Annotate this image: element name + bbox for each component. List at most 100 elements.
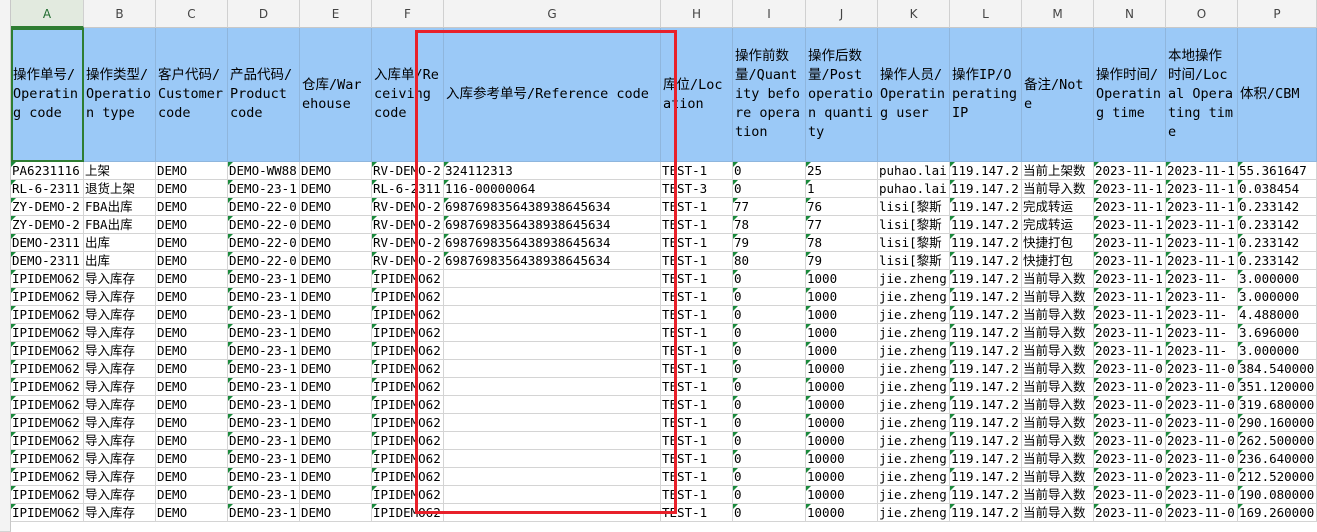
table-cell[interactable]: 3.000000 — [1238, 288, 1317, 306]
table-cell[interactable]: 2023-11-0 — [1166, 486, 1238, 504]
table-cell[interactable]: DEMO — [300, 252, 372, 270]
table-cell[interactable]: IPIDEMO62 — [372, 396, 444, 414]
table-cell[interactable]: 0 — [733, 396, 806, 414]
table-cell[interactable]: 119.147.2 — [950, 504, 1022, 522]
table-cell[interactable]: 当前导入数 — [1022, 450, 1094, 468]
table-cell[interactable]: 2023-11-0 — [1094, 432, 1166, 450]
table-cell[interactable]: 119.147.2 — [950, 198, 1022, 216]
table-cell[interactable]: IPIDEMO62 — [11, 342, 84, 360]
table-cell[interactable]: 119.147.2 — [950, 234, 1022, 252]
header-cell-k[interactable]: 操作人员/Operating user — [878, 28, 950, 162]
table-cell[interactable]: TEST-1 — [661, 234, 733, 252]
table-cell[interactable]: 导入库存 — [84, 432, 156, 450]
table-cell[interactable]: TEST-1 — [661, 342, 733, 360]
table-cell[interactable]: TEST-1 — [661, 360, 733, 378]
table-cell[interactable]: 2023-11-1 — [1166, 234, 1238, 252]
table-cell[interactable]: DEMO — [300, 396, 372, 414]
table-cell[interactable]: DEMO — [156, 396, 228, 414]
table-cell[interactable]: 2023-11-0 — [1166, 414, 1238, 432]
table-cell[interactable]: 10000 — [806, 396, 878, 414]
table-cell[interactable]: DEMO-23-1 — [228, 450, 300, 468]
table-cell[interactable]: 当前导入数 — [1022, 288, 1094, 306]
table-cell[interactable]: TEST-3 — [661, 180, 733, 198]
header-cell-m[interactable]: 备注/Note — [1022, 28, 1094, 162]
column-header-a[interactable]: A — [11, 0, 84, 28]
table-cell[interactable]: DEMO-23-1 — [228, 378, 300, 396]
header-cell-g[interactable]: 入库参考单号/Reference code — [444, 28, 661, 162]
table-cell[interactable]: jie.zheng — [878, 306, 950, 324]
table-cell[interactable] — [444, 270, 661, 288]
table-cell[interactable]: jie.zheng — [878, 414, 950, 432]
table-cell[interactable]: IPIDEMO62 — [11, 504, 84, 522]
table-cell[interactable]: IPIDEMO62 — [11, 378, 84, 396]
table-cell[interactable]: 出库 — [84, 234, 156, 252]
table-cell[interactable]: 2023-11-1 — [1166, 216, 1238, 234]
table-cell[interactable]: DEMO — [156, 432, 228, 450]
table-cell[interactable]: DEMO-23-1 — [228, 270, 300, 288]
table-cell[interactable]: 10000 — [806, 468, 878, 486]
table-cell[interactable]: 2023-11-0 — [1094, 504, 1166, 522]
table-cell[interactable]: DEMO-22-0 — [228, 234, 300, 252]
table-cell[interactable]: IPIDEMO62 — [11, 432, 84, 450]
table-cell[interactable]: DEMO-23-1 — [228, 396, 300, 414]
table-cell[interactable]: 导入库存 — [84, 270, 156, 288]
table-cell[interactable]: IPIDEMO62 — [372, 360, 444, 378]
table-cell[interactable]: TEST-1 — [661, 162, 733, 180]
column-header-h[interactable]: H — [661, 0, 733, 28]
table-cell[interactable]: jie.zheng — [878, 486, 950, 504]
table-cell[interactable]: 0 — [733, 270, 806, 288]
header-cell-j[interactable]: 操作后数量/Post operation quantity — [806, 28, 878, 162]
table-cell[interactable]: 190.080000 — [1238, 486, 1317, 504]
table-cell[interactable]: 当前导入数 — [1022, 432, 1094, 450]
table-cell[interactable]: lisi[黎斯 — [878, 216, 950, 234]
table-cell[interactable]: 10000 — [806, 504, 878, 522]
table-cell[interactable]: TEST-1 — [661, 468, 733, 486]
table-cell[interactable]: 1000 — [806, 288, 878, 306]
table-cell[interactable]: RV-DEMO-2 — [372, 216, 444, 234]
table-cell[interactable]: IPIDEMO62 — [11, 288, 84, 306]
table-cell[interactable]: 导入库存 — [84, 396, 156, 414]
table-cell[interactable]: DEMO — [300, 306, 372, 324]
table-cell[interactable] — [444, 324, 661, 342]
table-cell[interactable]: 79 — [806, 252, 878, 270]
table-cell[interactable]: jie.zheng — [878, 270, 950, 288]
table-cell[interactable]: TEST-1 — [661, 324, 733, 342]
header-cell-d[interactable]: 产品代码/Product code — [228, 28, 300, 162]
header-cell-c[interactable]: 客户代码/Customer code — [156, 28, 228, 162]
header-cell-n[interactable]: 操作时间/Operating time — [1094, 28, 1166, 162]
table-cell[interactable]: 0 — [733, 162, 806, 180]
table-cell[interactable]: DEMO — [156, 414, 228, 432]
table-cell[interactable]: 6987698356438938645634 — [444, 216, 661, 234]
table-cell[interactable]: 当前导入数 — [1022, 360, 1094, 378]
table-cell[interactable] — [444, 504, 661, 522]
table-cell[interactable]: 119.147.2 — [950, 396, 1022, 414]
table-cell[interactable]: 2023-11-0 — [1166, 396, 1238, 414]
table-cell[interactable]: RV-DEMO-2 — [372, 234, 444, 252]
table-cell[interactable]: 169.260000 — [1238, 504, 1317, 522]
table-cell[interactable]: IPIDEMO62 — [11, 486, 84, 504]
table-cell[interactable]: 78 — [806, 234, 878, 252]
table-cell[interactable]: 0 — [733, 432, 806, 450]
table-cell[interactable]: 1 — [806, 180, 878, 198]
table-cell[interactable]: DEMO-2311 — [11, 234, 84, 252]
table-cell[interactable]: TEST-1 — [661, 504, 733, 522]
table-cell[interactable]: 导入库存 — [84, 450, 156, 468]
table-cell[interactable]: 2023-11-1 — [1094, 306, 1166, 324]
table-cell[interactable]: IPIDEMO62 — [11, 450, 84, 468]
table-cell[interactable]: 出库 — [84, 252, 156, 270]
table-cell[interactable]: IPIDEMO62 — [372, 342, 444, 360]
table-cell[interactable]: RL-6-2311 — [11, 180, 84, 198]
table-cell[interactable]: 10000 — [806, 378, 878, 396]
table-cell[interactable]: IPIDEMO62 — [11, 396, 84, 414]
table-cell[interactable]: 351.120000 — [1238, 378, 1317, 396]
table-cell[interactable]: 当前导入数 — [1022, 378, 1094, 396]
table-cell[interactable]: jie.zheng — [878, 342, 950, 360]
table-cell[interactable]: 1000 — [806, 342, 878, 360]
table-cell[interactable]: 119.147.2 — [950, 162, 1022, 180]
table-cell[interactable]: 0 — [733, 180, 806, 198]
table-cell[interactable]: 119.147.2 — [950, 378, 1022, 396]
table-cell[interactable] — [444, 468, 661, 486]
table-cell[interactable]: 2023-11-1 — [1094, 252, 1166, 270]
table-cell[interactable]: TEST-1 — [661, 396, 733, 414]
table-cell[interactable]: 当前上架数 — [1022, 162, 1094, 180]
